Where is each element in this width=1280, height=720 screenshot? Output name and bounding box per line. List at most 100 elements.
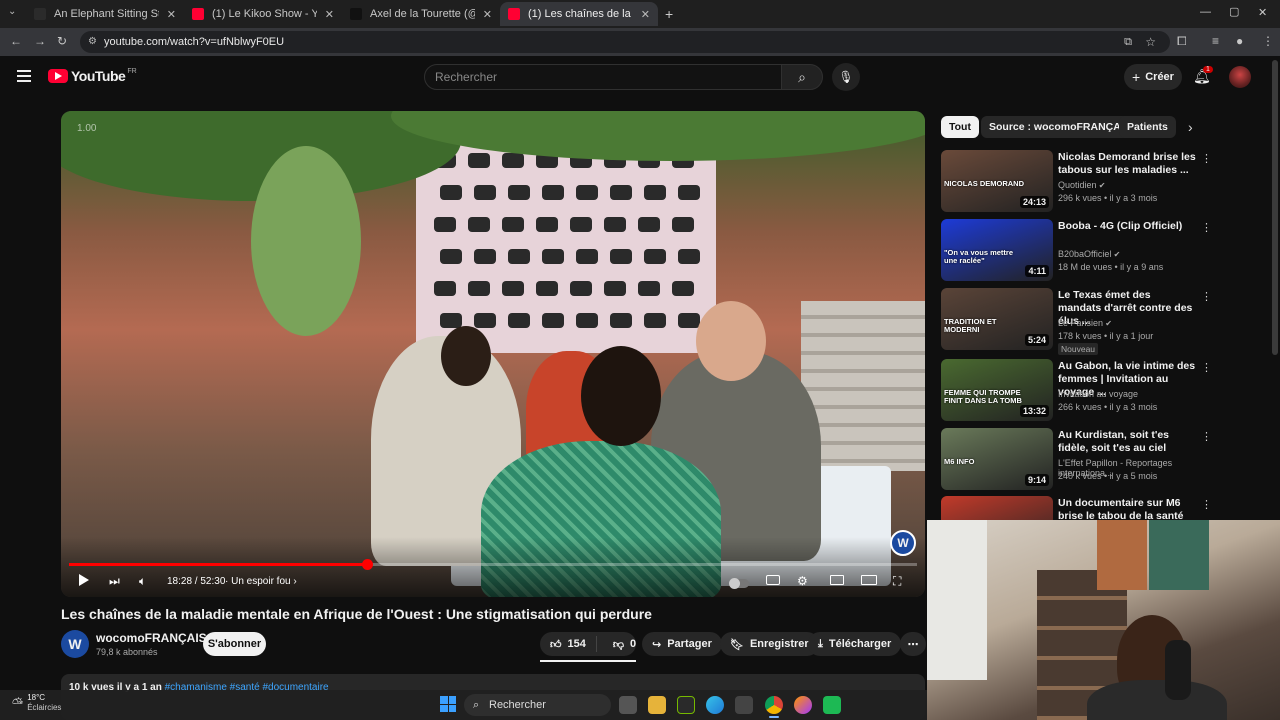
next-video-button[interactable]: ⏭︎ <box>109 574 120 589</box>
theater-mode-button[interactable] <box>861 574 877 588</box>
recommendation-title[interactable]: Booba - 4G (Clip Officiel) <box>1058 220 1196 233</box>
playback-speed-overlay: 1.00 <box>77 123 97 134</box>
more-actions-button[interactable]: ⋯ <box>900 632 926 656</box>
fullscreen-button[interactable]: ⛶ <box>893 574 901 589</box>
weather-widget[interactable]: ⛅︎ 18°C Éclaircies <box>12 693 61 713</box>
recommendation-title[interactable]: Au Kurdistan, soit t'es fidèle, soit t'e… <box>1058 429 1196 455</box>
search-button[interactable]: ⌕ <box>781 64 823 90</box>
more-vertical-icon[interactable]: ⋮ <box>1201 361 1212 374</box>
site-info-icon[interactable]: ⚙ <box>88 31 97 53</box>
thumbnail-caption: FEMME QUI TROMPE FINIT DANS LA TOMB <box>944 388 1022 405</box>
chip-all[interactable]: Tout <box>941 116 979 138</box>
miniplayer-button[interactable] <box>830 574 844 588</box>
play-button[interactable] <box>79 574 89 589</box>
start-button[interactable] <box>440 696 456 712</box>
new-tab-icon[interactable]: + <box>665 6 673 22</box>
subtitles-button[interactable] <box>766 574 780 588</box>
recommendation-thumbnail[interactable]: "On va vous mettre une raclée" 4:11 <box>941 219 1053 281</box>
recommendation-channel[interactable]: Le Parisien ✔ <box>1058 318 1112 328</box>
create-button[interactable]: + Créer <box>1124 64 1182 90</box>
subscribe-button[interactable]: S'abonner <box>203 632 266 656</box>
firefox-icon[interactable] <box>794 696 812 714</box>
recommendation-item[interactable]: M6 INFO 9:14 Au Kurdistan, soit t'es fidèl… <box>941 428 1212 490</box>
browser-tab-2[interactable]: (1) Le Kikoo Show - YouTube ✕ <box>184 2 342 26</box>
more-vertical-icon[interactable]: ⋮ <box>1201 290 1212 303</box>
recommendation-thumbnail[interactable]: FEMME QUI TROMPE FINIT DANS LA TOMB 13:32 <box>941 359 1053 421</box>
task-view-icon[interactable] <box>619 696 637 714</box>
weather-desc: Éclaircies <box>27 703 62 712</box>
close-tab-icon[interactable]: ✕ <box>483 8 492 21</box>
chip-patients[interactable]: Patients <box>1119 116 1176 138</box>
chip-label: Tout <box>949 121 971 133</box>
close-tab-icon[interactable]: ✕ <box>167 8 176 21</box>
chips-next-icon[interactable]: › <box>1188 119 1193 135</box>
discord-icon[interactable] <box>823 696 841 714</box>
browser-tab-3[interactable]: Axel de la Tourette (@haksellsg ✕ <box>342 2 500 26</box>
search-input[interactable]: Rechercher <box>424 64 782 90</box>
download-button[interactable]: ⤓ Télécharger <box>808 632 902 656</box>
youtube-logo[interactable]: YouTube FR <box>48 68 137 84</box>
recommendation-thumbnail[interactable]: TRADITION ET MODERNI 5:24 <box>941 288 1053 350</box>
back-icon[interactable]: ← <box>10 34 22 48</box>
browser-menu-icon[interactable]: ⋮ <box>1262 34 1274 48</box>
recommendation-channel[interactable]: Invitation au voyage <box>1058 389 1138 399</box>
bookmark-star-icon[interactable]: ☆ <box>1145 31 1156 53</box>
recommendation-item[interactable]: FEMME QUI TROMPE FINIT DANS LA TOMB 13:32… <box>941 359 1212 421</box>
store-icon[interactable] <box>735 696 753 714</box>
minimize-icon[interactable]: — <box>1200 6 1211 18</box>
recommendation-item[interactable]: TRADITION ET MODERNI 5:24 Le Texas émet de… <box>941 288 1212 355</box>
chapter-title[interactable]: · Un espoir fou › <box>225 576 297 587</box>
recommendation-item[interactable]: NICOLAS DEMORAND 24:13 Nicolas Demorand br… <box>941 150 1212 212</box>
channel-name[interactable]: wocomoFRANÇAIS <box>96 631 207 645</box>
chip-source[interactable]: Source : wocomoFRANÇAIS <box>981 116 1139 138</box>
progress-bar[interactable] <box>69 559 917 570</box>
dislike-button[interactable]: 👎︎ 0 <box>603 638 646 651</box>
page-scrollbar[interactable] <box>1272 60 1278 355</box>
forward-icon[interactable]: → <box>34 34 46 48</box>
recommendation-thumbnail[interactable]: NICOLAS DEMORAND 24:13 <box>941 150 1053 212</box>
close-tab-icon[interactable]: ✕ <box>641 8 650 21</box>
close-tab-icon[interactable]: ✕ <box>325 8 334 21</box>
recommendation-channel[interactable]: Quotidien ✔ <box>1058 180 1105 190</box>
save-button[interactable]: 🔖︎ Enregistrer <box>720 632 819 656</box>
settings-button[interactable]: ⚙ <box>797 574 808 588</box>
extensions-icon[interactable]: ⧠ <box>1177 34 1187 49</box>
voice-search-button[interactable]: 🎙︎ <box>832 63 860 91</box>
profile-icon[interactable]: ● <box>1236 34 1243 48</box>
account-avatar[interactable] <box>1229 66 1251 88</box>
recommendation-thumbnail[interactable]: M6 INFO 9:14 <box>941 428 1053 490</box>
share-button[interactable]: ↪ Partager <box>642 632 722 656</box>
recommendation-title[interactable]: Nicolas Demorand brise les tabous sur le… <box>1058 151 1196 177</box>
recommendation-item[interactable]: "On va vous mettre une raclée" 4:11 Booba … <box>941 219 1212 281</box>
more-vertical-icon[interactable]: ⋮ <box>1201 221 1212 234</box>
reload-icon[interactable]: ↻ <box>57 34 67 48</box>
hamburger-menu-icon[interactable] <box>17 70 31 82</box>
volume-button[interactable]: 🔈︎ <box>139 574 146 589</box>
browser-tab-active[interactable]: (1) Les chaînes de la maladie m ✕ <box>500 2 658 26</box>
autoplay-toggle[interactable] <box>729 577 749 591</box>
edge-icon[interactable] <box>706 696 724 714</box>
more-vertical-icon[interactable]: ⋮ <box>1201 498 1212 511</box>
maximize-icon[interactable]: ▢ <box>1229 5 1239 18</box>
channel-avatar[interactable]: W <box>61 630 89 658</box>
file-explorer-icon[interactable] <box>648 696 666 714</box>
dislike-count: 0 <box>630 638 637 650</box>
taskbar-search[interactable]: ⌕ Rechercher <box>464 694 611 716</box>
channel-watermark[interactable]: W <box>890 530 916 556</box>
more-vertical-icon[interactable]: ⋮ <box>1201 430 1212 443</box>
more-vertical-icon[interactable]: ⋮ <box>1201 152 1212 165</box>
close-window-icon[interactable]: ✕ <box>1258 6 1267 19</box>
notifications-button[interactable]: 🔔︎ 1 <box>1193 66 1213 86</box>
tab-search-icon[interactable]: ⌄ <box>8 6 16 17</box>
chrome-icon[interactable] <box>765 696 783 714</box>
address-bar[interactable]: ⚙ youtube.com/watch?v=ufNblwyF0EU ⧉ ☆ <box>80 31 1170 53</box>
nvidia-icon[interactable] <box>677 696 695 714</box>
install-app-icon[interactable]: ⧉ <box>1124 31 1132 53</box>
recommendation-channel[interactable]: B20baOfficiel ✔ <box>1058 249 1120 259</box>
webcam-microphone <box>1165 640 1191 700</box>
video-player[interactable]: 1.00 W ⏭︎ 🔈︎ 18:28 / 52:30 · Un espoir f… <box>61 111 925 597</box>
webcam-poster <box>1097 520 1147 590</box>
media-control-icon[interactable]: ≡ <box>1212 34 1219 48</box>
browser-tab-1[interactable]: An Elephant Sitting Still - Film ( ✕ <box>26 2 184 26</box>
like-button[interactable]: 👍︎ 154 <box>540 636 597 652</box>
